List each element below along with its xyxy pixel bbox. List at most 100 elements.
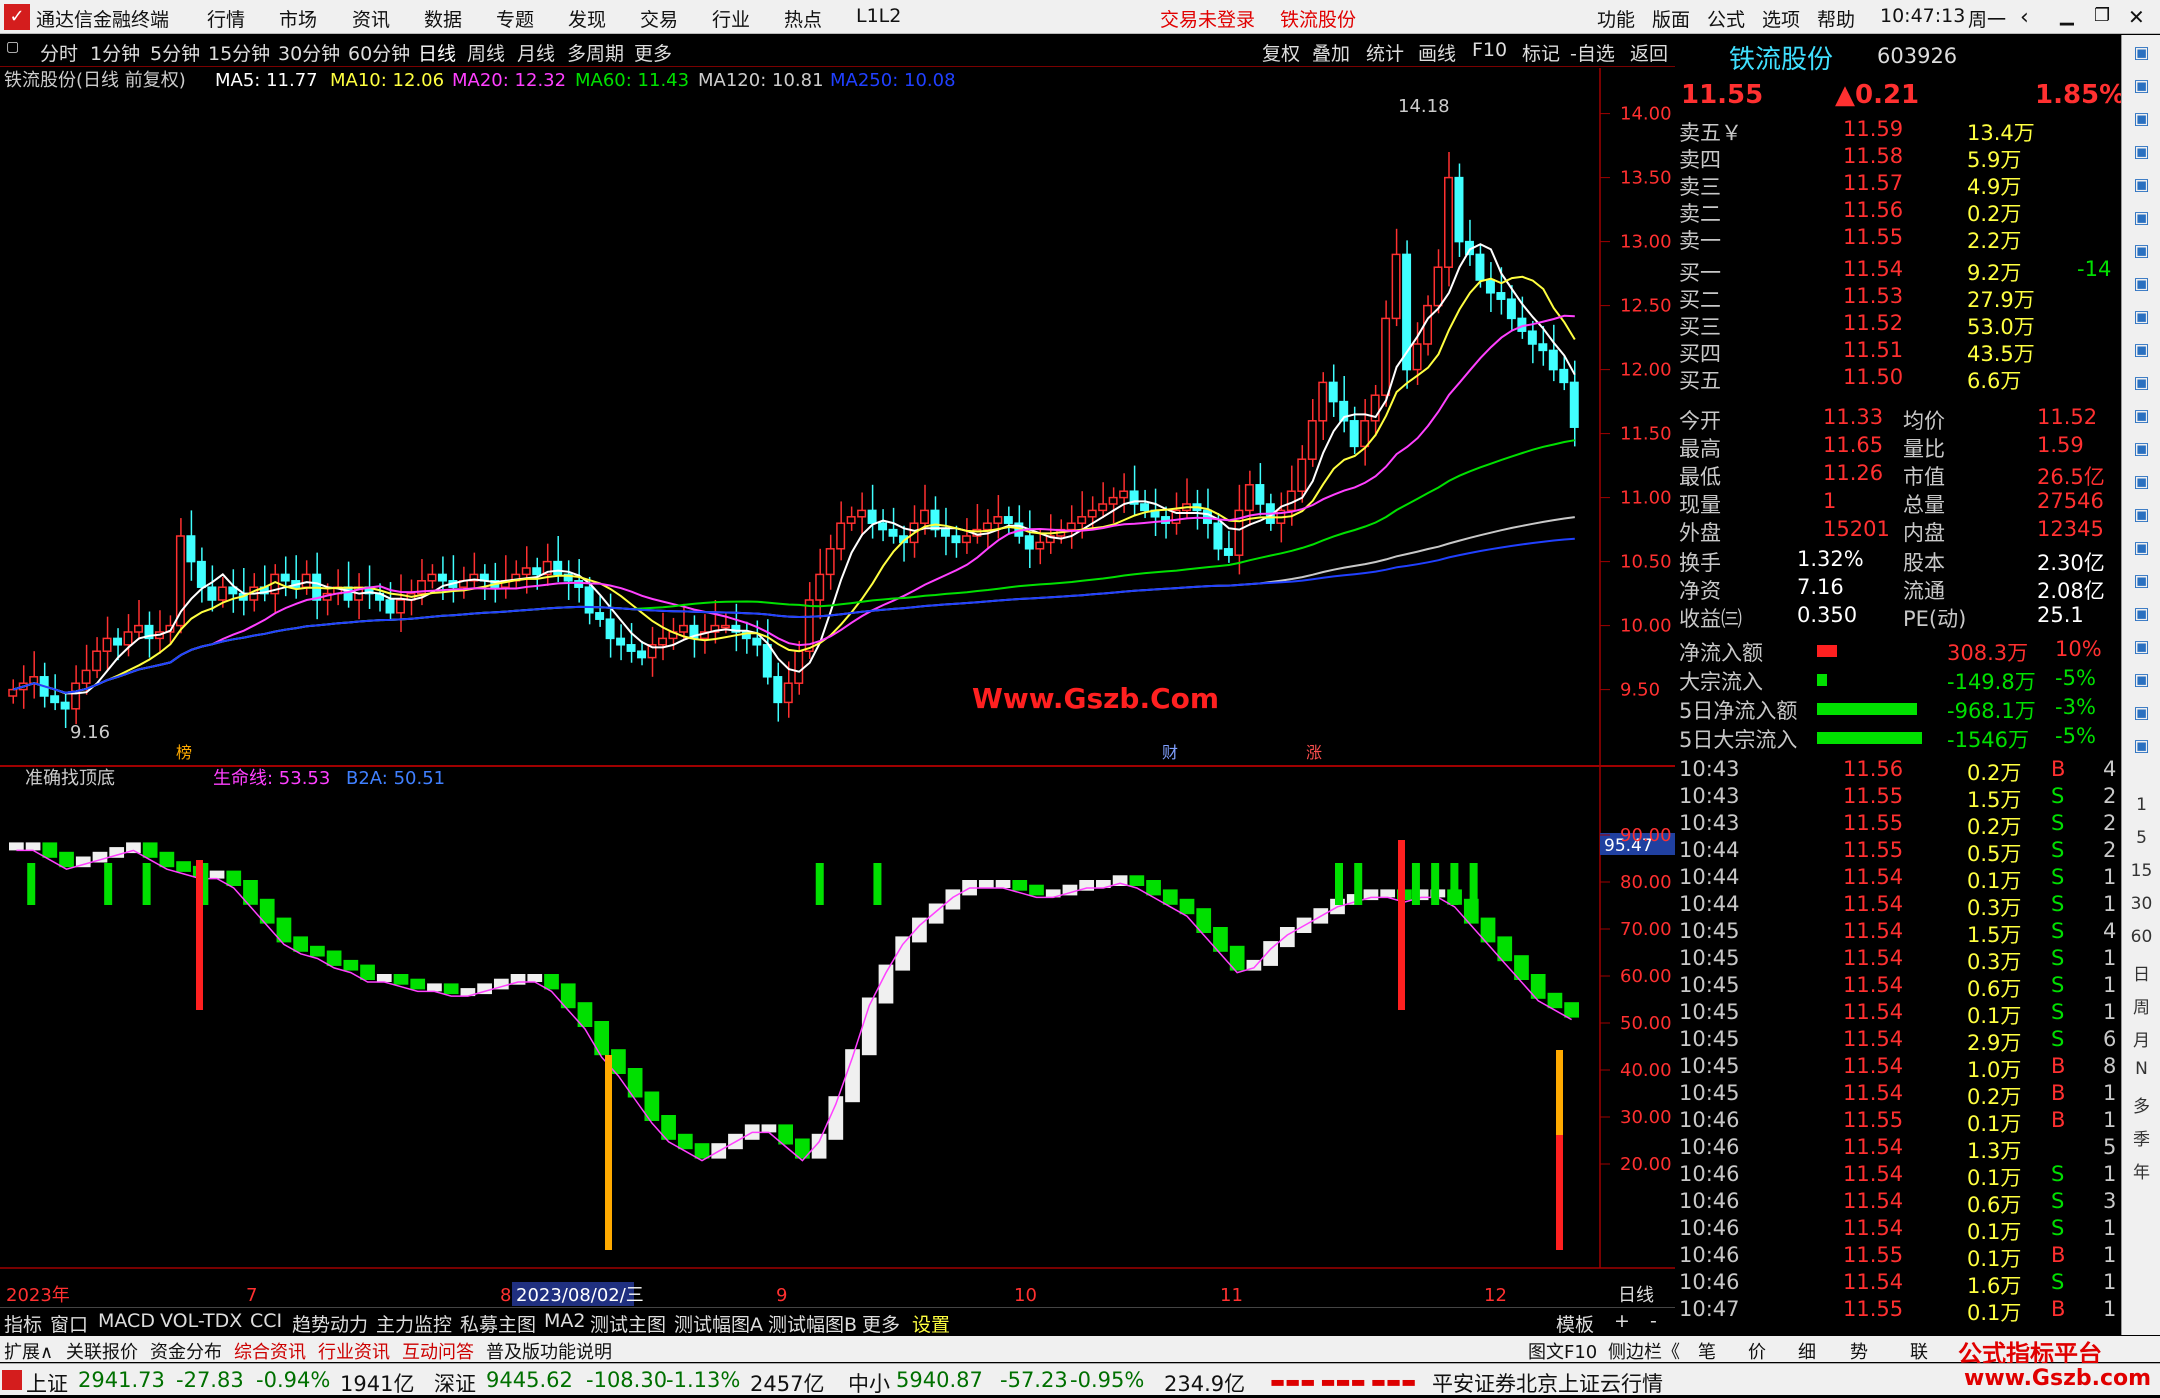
back-icon[interactable]: ‹ — [2020, 5, 2029, 30]
period-item[interactable]: 周线 — [467, 39, 505, 66]
tool-item[interactable]: 画线 — [1418, 39, 1456, 66]
toolbar-icon[interactable]: ▣ — [2122, 175, 2160, 195]
menu-item[interactable]: 行业 — [712, 5, 750, 32]
toolbar-icon[interactable]: ▣ — [2122, 340, 2160, 360]
menu-item[interactable]: 功能 — [1597, 5, 1635, 32]
tab-item[interactable]: 指标 — [4, 1310, 42, 1337]
toolbar-icon[interactable]: ▣ — [2122, 637, 2160, 657]
menu-item[interactable]: 专题 — [496, 5, 534, 32]
period-item[interactable]: 分时 — [40, 39, 78, 66]
tab-item[interactable]: 关联报价 — [66, 1338, 138, 1364]
tab-item[interactable]: 图文F10 — [1528, 1338, 1597, 1364]
tab-item[interactable]: 联 — [1910, 1338, 1928, 1364]
kline-chart[interactable]: 14.00 13.50 13.00 12.50 12.00 11.50 11.00 10.50… — [0, 68, 1675, 1308]
event-tag[interactable]: 榜 — [176, 743, 192, 762]
tool-item[interactable]: 复权 — [1262, 39, 1300, 66]
event-tag[interactable]: 财 — [1162, 743, 1178, 762]
close-icon[interactable]: ✕ — [2128, 5, 2145, 29]
login-notice[interactable]: 交易未登录 — [1160, 5, 1255, 32]
event-tag[interactable]: 涨 — [1306, 743, 1322, 762]
tab-item[interactable]: 势 — [1850, 1338, 1868, 1364]
tab-item[interactable]: 趋势动力 — [292, 1310, 368, 1337]
tab-item[interactable]: 测试幅图B — [768, 1310, 857, 1337]
toolbar-icon[interactable]: ▣ — [2122, 109, 2160, 129]
toolbar-icon[interactable]: ▣ — [2122, 604, 2160, 624]
toolbar-icon[interactable]: ▣ — [2122, 736, 2160, 756]
menu-item[interactable]: 资讯 — [352, 5, 390, 32]
toolbar-icon[interactable]: ▣ — [2122, 571, 2160, 591]
period-shortcut[interactable]: 日 — [2122, 960, 2160, 985]
period-shortcut[interactable]: 月 — [2122, 1026, 2160, 1051]
toolbar-icon[interactable]: ▣ — [2122, 703, 2160, 723]
tab-item[interactable]: MA2 — [544, 1310, 585, 1332]
period-shortcut[interactable]: 多 — [2122, 1092, 2160, 1117]
add-button[interactable]: + — [1614, 1310, 1630, 1332]
period-shortcut[interactable]: 60 — [2122, 927, 2160, 947]
remove-button[interactable]: - — [1650, 1310, 1657, 1332]
tab-item[interactable]: 笔 — [1698, 1338, 1716, 1364]
period-item[interactable]: 1分钟 — [90, 39, 140, 66]
menu-item[interactable]: 选项 — [1762, 5, 1800, 32]
tab-item[interactable]: 互动问答 — [402, 1338, 474, 1364]
tab-item[interactable]: 扩展∧ — [4, 1338, 53, 1364]
toolbar-icon[interactable]: ▣ — [2122, 406, 2160, 426]
period-shortcut[interactable]: 15 — [2122, 861, 2160, 881]
toolbar-icon[interactable]: ▣ — [2122, 208, 2160, 228]
menu-item[interactable]: 公式 — [1707, 5, 1745, 32]
menu-item[interactable]: 市场 — [279, 5, 317, 32]
tab-item[interactable]: 普及版功能说明 — [486, 1338, 612, 1364]
menu-item[interactable]: 版面 — [1652, 5, 1690, 32]
toolbar-icon[interactable]: ▣ — [2122, 538, 2160, 558]
tool-item[interactable]: -自选 — [1570, 39, 1615, 66]
tab-item[interactable]: VOL-TDX — [160, 1310, 242, 1332]
menu-item[interactable]: 交易 — [640, 5, 678, 32]
tool-item[interactable]: 标记 — [1522, 39, 1560, 66]
period-shortcut[interactable]: 周 — [2122, 993, 2160, 1018]
toolbar-icon[interactable]: ▣ — [2122, 373, 2160, 393]
period-item[interactable]: 月线 — [517, 39, 555, 66]
tab-item[interactable]: CCI — [250, 1310, 282, 1332]
tab-item[interactable]: 综合资讯 — [234, 1338, 306, 1364]
tab-item[interactable]: 细 — [1798, 1338, 1816, 1364]
tool-item[interactable]: F10 — [1472, 39, 1507, 61]
period-item[interactable]: 多周期 — [567, 39, 624, 66]
menu-item[interactable]: 行情 — [207, 5, 245, 32]
period-shortcut[interactable]: 1 — [2122, 795, 2160, 815]
toolbar-icon[interactable]: ▣ — [2122, 670, 2160, 690]
tool-item[interactable]: 返回 — [1630, 39, 1668, 66]
period-shortcut[interactable]: N — [2122, 1059, 2160, 1079]
toolbar-icon[interactable]: ▣ — [2122, 274, 2160, 294]
period-item[interactable]: 60分钟 — [348, 39, 410, 66]
tab-item[interactable]: 资金分布 — [150, 1338, 222, 1364]
period-shortcut[interactable]: 5 — [2122, 828, 2160, 848]
tab-item[interactable]: 窗口 — [50, 1310, 88, 1337]
toolbar-icon[interactable]: ▣ — [2122, 472, 2160, 492]
minimize-icon[interactable]: ▁ — [2060, 5, 2074, 26]
tab-item[interactable]: 侧边栏《 — [1608, 1338, 1680, 1364]
toolbar-icon[interactable]: ▣ — [2122, 43, 2160, 63]
toggle-icon[interactable]: ▢ — [6, 39, 19, 55]
tab-item[interactable]: 更多 — [862, 1310, 900, 1337]
template-button[interactable]: 模板 — [1556, 1310, 1594, 1337]
toolbar-icon[interactable]: ▣ — [2122, 76, 2160, 96]
period-item[interactable]: 15分钟 — [208, 39, 270, 66]
tab-item[interactable]: MACD — [98, 1310, 155, 1332]
menu-item[interactable]: 热点 — [784, 5, 822, 32]
tab-item[interactable]: 行业资讯 — [318, 1338, 390, 1364]
restore-icon[interactable]: ❐ — [2094, 5, 2110, 26]
tab-item[interactable]: 主力监控 — [376, 1310, 452, 1337]
toolbar-icon[interactable]: ▣ — [2122, 241, 2160, 261]
tab-item[interactable]: 测试主图 — [590, 1310, 666, 1337]
menu-item[interactable]: 发现 — [568, 5, 606, 32]
period-shortcut[interactable]: 年 — [2122, 1158, 2160, 1183]
toolbar-icon[interactable]: ▣ — [2122, 142, 2160, 162]
tab-item[interactable]: 私募主图 — [460, 1310, 536, 1337]
tab-item[interactable]: 设置 — [912, 1310, 950, 1337]
period-item[interactable]: 更多 — [634, 39, 672, 66]
toolbar-icon[interactable]: ▣ — [2122, 505, 2160, 525]
tab-item[interactable]: 价 — [1748, 1338, 1766, 1364]
tool-item[interactable]: 叠加 — [1312, 39, 1350, 66]
period-shortcut[interactable]: 季 — [2122, 1125, 2160, 1150]
menu-item[interactable]: L1L2 — [856, 5, 901, 27]
period-item[interactable]: 5分钟 — [150, 39, 200, 66]
